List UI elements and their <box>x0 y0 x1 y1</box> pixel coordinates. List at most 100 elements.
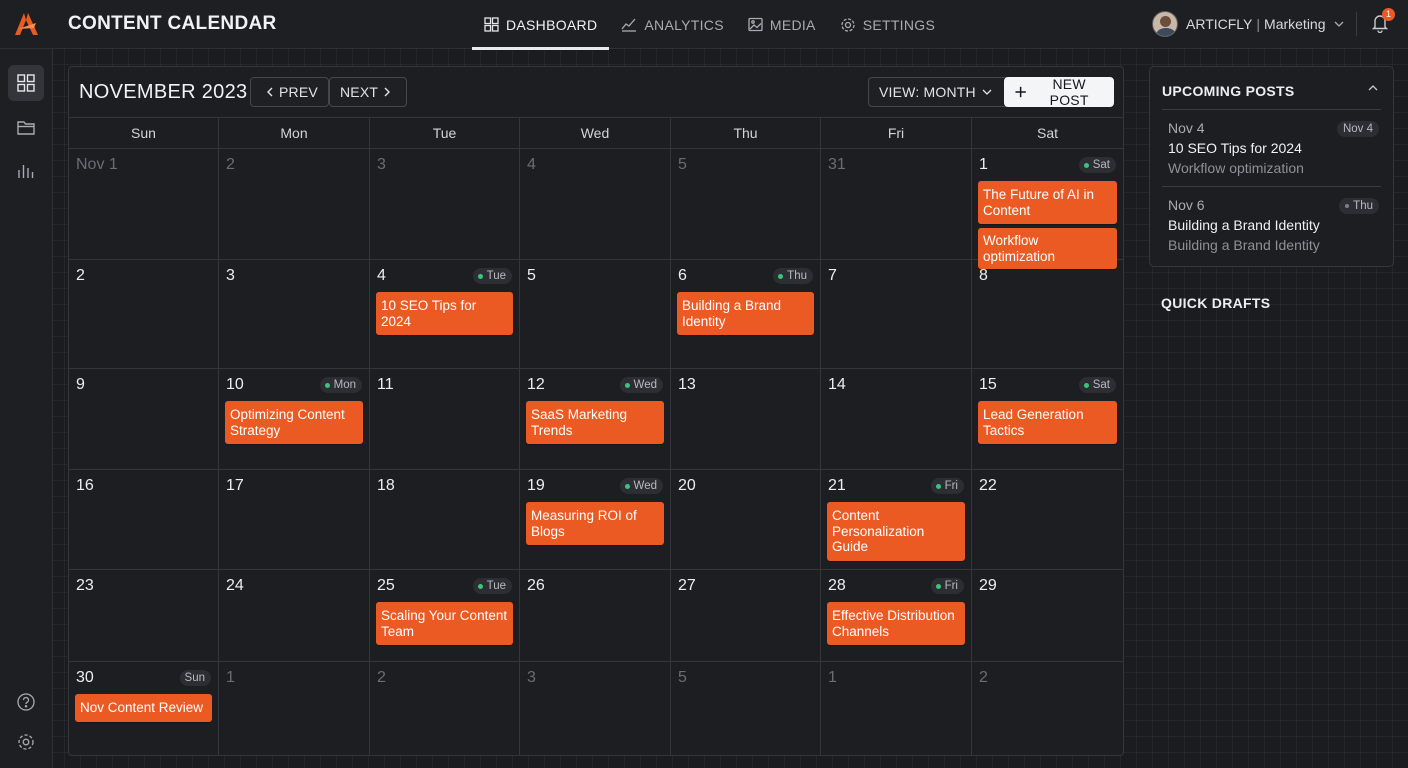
day-number: 5 <box>678 669 687 686</box>
rail-folder[interactable] <box>8 109 44 145</box>
nav-dashboard[interactable]: DASHBOARD <box>472 0 610 50</box>
view-select[interactable]: VIEW: MONTH <box>868 77 1009 107</box>
day-cell[interactable]: 5 <box>671 662 821 756</box>
day-cell[interactable]: 4 <box>520 149 671 259</box>
day-cell[interactable]: 8 <box>972 260 1123 368</box>
settings-icon <box>841 17 855 32</box>
notification-badge: 1 <box>1382 8 1395 21</box>
chevron-right-icon <box>384 87 391 97</box>
event-chip[interactable]: SaaS Marketing Trends <box>526 401 664 444</box>
day-cell[interactable]: 18 <box>370 470 520 569</box>
upcoming-posts-panel: UPCOMING POSTS Nov 4 Nov 4 10 SEO Tips f… <box>1149 66 1394 267</box>
day-number: 4 <box>377 267 386 284</box>
day-number: 3 <box>226 267 235 284</box>
day-tag: Wed <box>619 478 663 494</box>
event-chip[interactable]: Lead Generation Tactics <box>978 401 1117 444</box>
rail-help[interactable] <box>8 684 44 720</box>
upcoming-item[interactable]: Nov 4 Nov 4 10 SEO Tips for 2024 Workflo… <box>1162 120 1381 188</box>
day-cell[interactable]: 11 <box>370 369 520 469</box>
week-row: 2 3 4 Tue 10 SEO Tips for 2024 5 6 Thu Building … <box>69 260 1123 369</box>
day-cell[interactable]: 23 <box>69 570 219 661</box>
rail-calendar-grid[interactable] <box>8 65 44 101</box>
event-chip[interactable]: Optimizing Content Strategy <box>225 401 363 444</box>
event-chip[interactable]: Measuring ROI of Blogs <box>526 502 664 545</box>
day-cell[interactable]: 17 <box>219 470 370 569</box>
chevron-up-icon[interactable] <box>1368 85 1378 91</box>
day-number: 25 <box>377 577 395 594</box>
day-cell[interactable]: 2 <box>370 662 520 756</box>
day-cell[interactable]: 5 <box>520 260 671 368</box>
event-chip[interactable]: Nov Content Review <box>75 694 212 722</box>
day-cell[interactable]: 10 Mon Optimizing Content Strategy <box>219 369 370 469</box>
day-cell[interactable]: 15 Sat Lead Generation Tactics <box>972 369 1123 469</box>
nav-analytics[interactable]: ANALYTICS <box>609 0 735 49</box>
event-chip[interactable]: Content Personalization Guide <box>827 502 965 561</box>
day-cell[interactable]: 1 <box>219 662 370 756</box>
calendar-header: NOVEMBER 2023 PREV NEXT VIEW: MONTH NEW … <box>69 67 1123 117</box>
day-cell[interactable]: 7 <box>821 260 972 368</box>
day-cell[interactable]: 3 <box>520 662 671 756</box>
day-cell[interactable]: 19 Wed Measuring ROI of Blogs <box>520 470 671 569</box>
day-cell[interactable]: 4 Tue 10 SEO Tips for 2024 <box>370 260 520 368</box>
day-cell[interactable]: 1 Sat The Future of AI in Content Workflow … <box>972 149 1123 269</box>
day-cell[interactable]: 6 Thu Building a Brand Identity <box>671 260 821 368</box>
weekday-mon: Mon <box>219 118 370 148</box>
day-cell[interactable]: 12 Wed SaaS Marketing Trends <box>520 369 671 469</box>
day-cell[interactable]: 3 <box>370 149 520 259</box>
day-cell[interactable]: 25 Tue Scaling Your Content Team <box>370 570 520 661</box>
user-menu[interactable]: ARTICFLY | Marketing <box>1152 10 1344 38</box>
chart-icon <box>18 165 34 178</box>
prev-button[interactable]: PREV <box>250 77 329 107</box>
day-cell[interactable]: 3 <box>219 260 370 368</box>
day-number: 23 <box>76 577 94 594</box>
articfly-logo-icon[interactable] <box>12 11 40 37</box>
day-cell[interactable]: 30 Sun Nov Content Review <box>69 662 219 756</box>
day-cell[interactable]: 9 <box>69 369 219 469</box>
day-cell[interactable]: 22 <box>972 470 1123 569</box>
rail-settings[interactable] <box>8 724 44 760</box>
nav-settings[interactable]: SETTINGS <box>828 0 947 49</box>
day-cell[interactable]: 26 <box>520 570 671 661</box>
status-dot-icon <box>324 382 330 388</box>
day-cell[interactable]: 5 <box>671 149 821 259</box>
avatar <box>1152 11 1178 37</box>
day-cell[interactable]: 1 <box>821 662 972 756</box>
nav-media[interactable]: MEDIA <box>736 0 828 49</box>
day-cell[interactable]: 27 <box>671 570 821 661</box>
media-icon <box>748 17 763 32</box>
day-tag-label: Sat <box>1092 159 1110 171</box>
day-cell[interactable]: 20 <box>671 470 821 569</box>
event-chip[interactable]: 10 SEO Tips for 2024 <box>376 292 513 335</box>
main-nav: DASHBOARD ANALYTICS MEDIA SETTINGS <box>472 0 947 50</box>
top-bar: CONTENT CALENDAR DASHBOARD ANALYTICS MED… <box>0 0 1408 50</box>
event-chip[interactable]: Scaling Your Content Team <box>376 602 513 645</box>
day-cell[interactable]: 2 <box>972 662 1123 756</box>
day-tag: Sun <box>179 670 211 686</box>
day-cell[interactable]: 28 Fri Effective Distribution Channels <box>821 570 972 661</box>
day-number: 9 <box>76 376 85 393</box>
event-list: Effective Distribution Channels <box>827 602 965 649</box>
day-number: 21 <box>828 477 846 494</box>
day-cell[interactable]: 16 <box>69 470 219 569</box>
day-cell[interactable]: 21 Fri Content Personalization Guide <box>821 470 972 569</box>
event-chip[interactable]: The Future of AI in Content <box>978 181 1117 224</box>
rail-analytics[interactable] <box>8 153 44 189</box>
next-button[interactable]: NEXT <box>329 77 408 107</box>
day-cell[interactable]: Nov 1 <box>69 149 219 259</box>
day-cell[interactable]: 2 <box>219 149 370 259</box>
day-number: 27 <box>678 577 696 594</box>
day-cell[interactable]: 24 <box>219 570 370 661</box>
upcoming-item[interactable]: Nov 6 Thu Building a Brand Identity Buil… <box>1162 197 1381 265</box>
chevron-down-icon <box>982 89 992 95</box>
day-cell[interactable]: 13 <box>671 369 821 469</box>
day-cell[interactable]: 2 <box>69 260 219 368</box>
event-chip[interactable]: Effective Distribution Channels <box>827 602 965 645</box>
upcoming-badge-text: Thu <box>1353 200 1373 212</box>
day-cell[interactable]: 14 <box>821 369 972 469</box>
analytics-icon <box>621 18 637 32</box>
day-cell[interactable]: 31 <box>821 149 972 259</box>
new-post-button[interactable]: NEW POST <box>1004 76 1114 108</box>
nav-media-label: MEDIA <box>769 16 816 33</box>
day-cell[interactable]: 29 <box>972 570 1123 661</box>
event-chip[interactable]: Building a Brand Identity <box>677 292 814 335</box>
